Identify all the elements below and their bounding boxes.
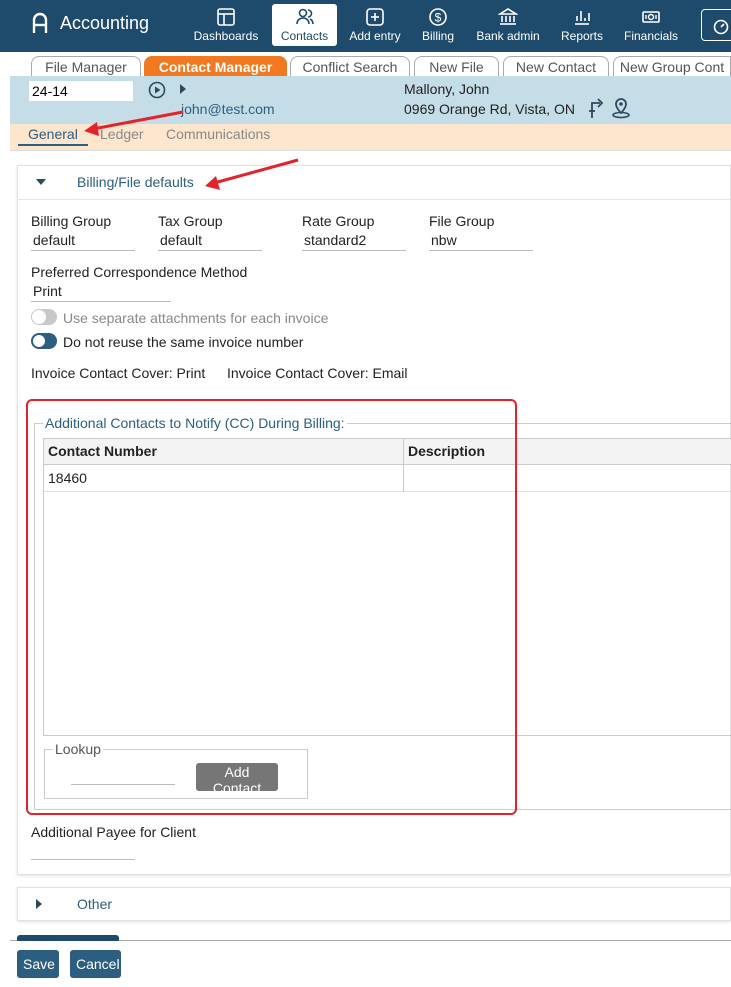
lookup-input[interactable] <box>71 765 175 785</box>
nav-label: Add entry <box>349 29 401 43</box>
map-pin-icon[interactable] <box>611 97 631 119</box>
invoice-cover-email[interactable]: Invoice Contact Cover: Email <box>227 365 408 381</box>
tab-bar: File Manager Contact Manager Conflict Se… <box>0 52 731 76</box>
contacts-icon <box>295 8 314 25</box>
add-contact-button[interactable]: Add Contact <box>196 763 278 796</box>
nav-bank-admin[interactable]: Bank admin <box>474 4 542 46</box>
table-row[interactable]: 18460 <box>44 465 731 492</box>
save-button[interactable]: Save <box>17 950 59 978</box>
dashboard-icon <box>217 8 235 26</box>
expand-caret-icon[interactable] <box>179 84 187 94</box>
preferred-correspondence-label: Preferred Correspondence Method <box>31 264 248 280</box>
email-text: john@test.com <box>181 101 275 117</box>
top-navigation-bar: Accounting Dashboards Contacts Add entry… <box>0 0 731 52</box>
tab-new-contact[interactable]: New Contact <box>503 56 609 76</box>
nav-add-entry[interactable]: Add entry <box>343 4 407 46</box>
app-name: Accounting <box>60 12 150 33</box>
svg-text:$: $ <box>435 11 442 25</box>
footer-actions: Save Cancel <box>10 935 731 987</box>
nav-label: Financials <box>623 29 679 43</box>
rate-group-label: Rate Group <box>302 213 375 229</box>
rate-group-field[interactable]: standard2 <box>302 231 406 251</box>
additional-payee-field[interactable] <box>31 840 135 860</box>
contact-info-panel: john@test.com Mallony, John 0969 Orange … <box>10 76 731 124</box>
brand[interactable]: Accounting <box>30 12 149 34</box>
contact-name: Mallony, John <box>404 81 490 97</box>
billing-group-field[interactable]: default <box>31 231 135 251</box>
subtab-general[interactable]: General <box>18 126 88 146</box>
contact-number-cell: 18460 <box>48 470 87 486</box>
file-number-input[interactable] <box>29 81 133 101</box>
additional-payee-label: Additional Payee for Client <box>31 824 196 840</box>
billing-section-header[interactable]: Billing/File defaults <box>18 166 731 200</box>
lookup-legend: Lookup <box>53 741 103 757</box>
nav-reports[interactable]: Reports <box>558 4 606 46</box>
tab-file-manager[interactable]: File Manager <box>31 56 141 76</box>
tab-new-group-contact[interactable]: New Group Cont <box>613 56 731 76</box>
contact-subtabs: General Ledger Communications <box>10 124 731 150</box>
billing-icon: $ <box>429 8 447 26</box>
tax-group-field[interactable]: default <box>158 231 262 251</box>
nav-label: Reports <box>560 29 604 43</box>
cc-contacts-fieldset: Additional Contacts to Notify (CC) Durin… <box>34 415 731 810</box>
invoice-cover-print[interactable]: Invoice Contact Cover: Print <box>31 365 205 381</box>
cc-contacts-table: Contact Number Description 18460 <box>43 438 731 736</box>
subtab-communications[interactable]: Communications <box>166 126 270 142</box>
tab-conflict-search[interactable]: Conflict Search <box>290 56 410 76</box>
financials-icon <box>642 11 660 23</box>
nav-contacts[interactable]: Contacts <box>272 4 337 46</box>
nav-label: Dashboards <box>193 29 259 43</box>
other-section-title: Other <box>77 896 113 912</box>
add-entry-icon <box>366 8 384 26</box>
nav-billing[interactable]: $ Billing <box>418 4 458 46</box>
billing-section-title: Billing/File defaults <box>77 174 194 190</box>
billing-group-label: Billing Group <box>31 213 112 229</box>
nav-financials[interactable]: Financials <box>622 4 680 46</box>
directions-icon[interactable] <box>587 97 605 119</box>
contact-email[interactable]: john@test.com <box>181 101 275 117</box>
no-reuse-invoice-label: Do not reuse the same invoice number <box>63 334 304 350</box>
separate-attachments-toggle[interactable] <box>31 309 57 325</box>
expand-caret-icon <box>36 899 42 909</box>
column-description[interactable]: Description <box>404 439 731 465</box>
nav-label: Contacts <box>280 29 329 43</box>
file-group-field[interactable]: nbw <box>429 231 533 251</box>
nav-label: Billing <box>421 29 454 43</box>
footer-tab-handle <box>17 935 119 941</box>
other-section[interactable]: Other <box>17 887 731 921</box>
billing-file-defaults-section: Billing/File defaults Billing Group defa… <box>17 165 731 875</box>
collapse-caret-icon <box>36 179 46 185</box>
table-header: Contact Number Description <box>44 439 731 465</box>
column-divider <box>403 439 404 492</box>
contact-address: 0969 Orange Rd, Vista, ON <box>404 101 575 117</box>
column-contact-number[interactable]: Contact Number <box>44 439 403 465</box>
preferred-correspondence-field[interactable]: Print <box>31 282 171 302</box>
tab-contact-manager[interactable]: Contact Manager <box>144 56 287 76</box>
file-group-label: File Group <box>429 213 495 229</box>
subtab-ledger[interactable]: Ledger <box>100 126 144 142</box>
app-logo-icon <box>32 12 48 33</box>
reports-icon <box>575 11 590 25</box>
lookup-fieldset: Lookup Add Contact <box>44 741 308 799</box>
play-icon[interactable] <box>148 81 166 99</box>
nav-dashboards[interactable]: Dashboards <box>191 4 261 46</box>
address-actions <box>587 97 631 119</box>
tax-group-label: Tax Group <box>158 213 223 229</box>
nav-label: Bank admin <box>476 29 540 43</box>
separate-attachments-label: Use separate attachments for each invoic… <box>63 310 329 326</box>
timer-icon <box>713 19 729 35</box>
bank-icon <box>498 8 518 25</box>
cancel-button[interactable]: Cancel <box>70 950 121 978</box>
divider <box>10 150 731 151</box>
tab-new-file[interactable]: New File <box>414 56 499 76</box>
cc-legend: Additional Contacts to Notify (CC) Durin… <box>43 415 347 431</box>
timer-button[interactable] <box>701 9 731 41</box>
description-cell <box>404 465 731 492</box>
no-reuse-invoice-toggle[interactable] <box>31 333 57 349</box>
